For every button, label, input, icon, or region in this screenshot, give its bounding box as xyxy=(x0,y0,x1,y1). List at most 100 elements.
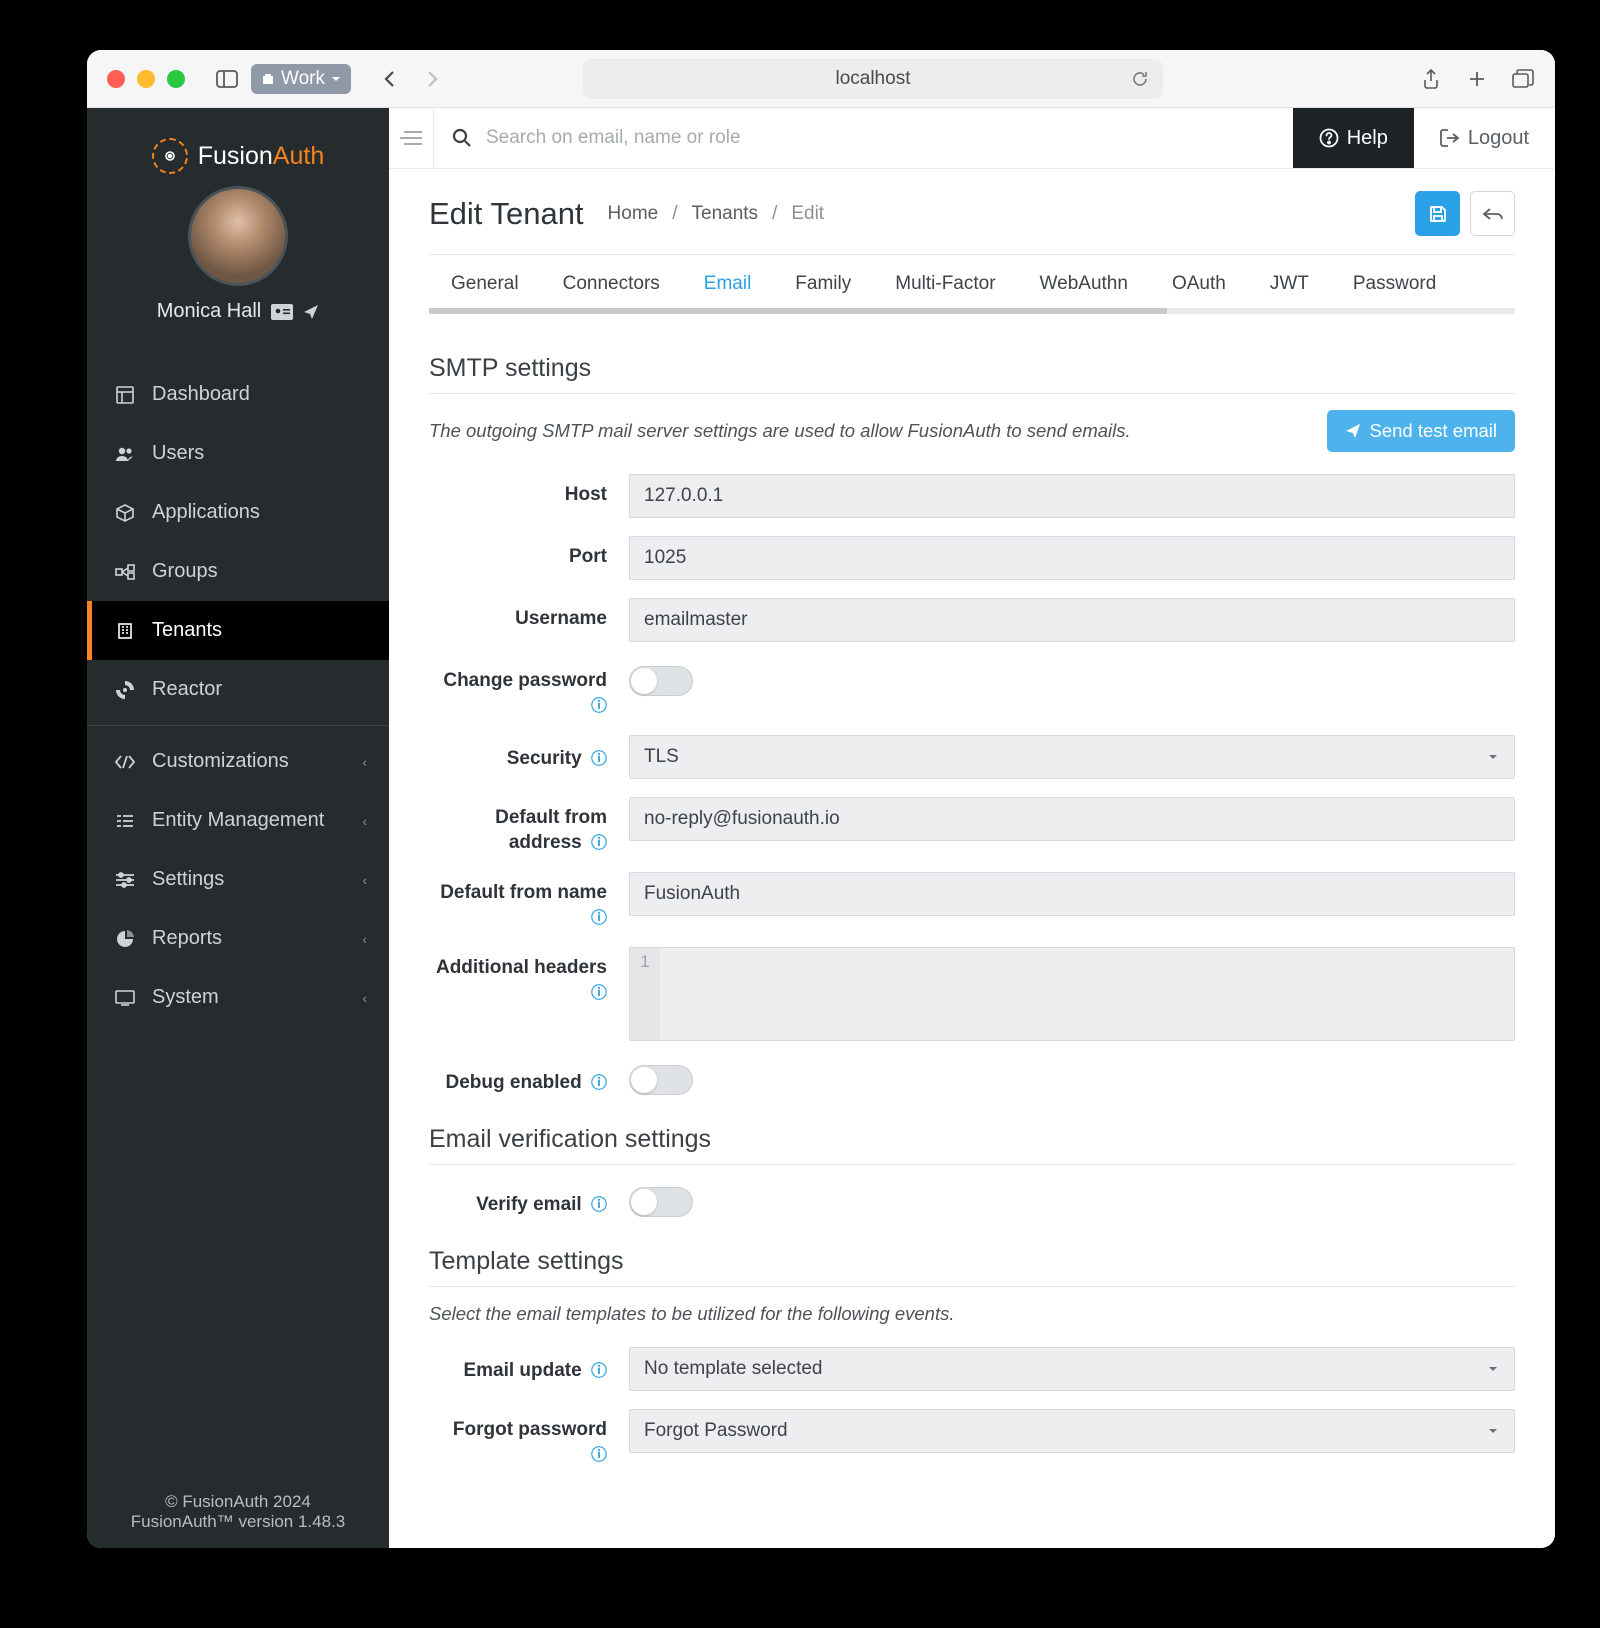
username-input[interactable] xyxy=(629,598,1515,642)
debug-toggle[interactable] xyxy=(629,1065,693,1095)
from-address-input[interactable] xyxy=(629,797,1515,841)
change-password-toggle[interactable] xyxy=(629,666,693,696)
forgot-password-select[interactable]: Forgot Password xyxy=(629,1409,1515,1453)
label-change-password: Change password ⓘ xyxy=(429,660,629,717)
tab-jwt[interactable]: JWT xyxy=(1248,255,1331,313)
security-select[interactable]: TLS xyxy=(629,735,1515,779)
email-update-select[interactable]: No template selected xyxy=(629,1347,1515,1391)
label-username: Username xyxy=(429,598,629,630)
tab-email[interactable]: Email xyxy=(682,255,774,313)
search-wrap xyxy=(433,108,1293,168)
url-bar[interactable]: localhost xyxy=(583,59,1163,99)
info-icon[interactable]: ⓘ xyxy=(591,1197,607,1214)
back-action-button[interactable] xyxy=(1470,191,1515,236)
sidebar-item-system[interactable]: System‹ xyxy=(87,968,389,1027)
tab-webauthn[interactable]: WebAuthn xyxy=(1018,255,1150,313)
info-icon[interactable]: ⓘ xyxy=(591,751,607,768)
verification-heading: Email verification settings xyxy=(429,1125,1515,1165)
label-host: Host xyxy=(429,474,629,506)
code-icon xyxy=(114,755,136,769)
info-icon[interactable]: ⓘ xyxy=(591,910,607,927)
help-button[interactable]: Help xyxy=(1293,108,1414,168)
sidebar-item-reports[interactable]: Reports‹ xyxy=(87,909,389,968)
page-title: Edit Tenant xyxy=(429,196,584,232)
close-window-icon[interactable] xyxy=(107,70,125,88)
collapse-sidebar-icon[interactable] xyxy=(389,130,433,146)
titlebar: Work localhost xyxy=(87,50,1555,108)
row-port: Port xyxy=(429,536,1515,580)
sidebar-item-groups[interactable]: Groups xyxy=(87,542,389,601)
tab-multifactor[interactable]: Multi-Factor xyxy=(873,255,1017,313)
location-icon[interactable] xyxy=(303,304,319,320)
tab-family[interactable]: Family xyxy=(773,255,873,313)
crumb-home[interactable]: Home xyxy=(608,203,659,225)
titlebar-right xyxy=(1419,67,1535,91)
host-input[interactable] xyxy=(629,474,1515,518)
sidebar-item-users[interactable]: Users xyxy=(87,424,389,483)
logo-area: FusionAuth Monica Hall xyxy=(87,108,389,365)
minimize-window-icon[interactable] xyxy=(137,70,155,88)
sidebar-item-applications[interactable]: Applications xyxy=(87,483,389,542)
crumb-tenants[interactable]: Tenants xyxy=(692,203,759,225)
send-test-email-button[interactable]: Send test email xyxy=(1327,410,1515,452)
vcard-icon[interactable] xyxy=(271,304,293,320)
info-icon[interactable]: ⓘ xyxy=(591,1447,607,1464)
chevron-left-icon: ‹ xyxy=(362,931,367,947)
sidebar-item-entity[interactable]: Entity Management‹ xyxy=(87,791,389,850)
tenants-icon xyxy=(114,622,136,640)
row-headers: Additional headers ⓘ 1 xyxy=(429,947,1515,1041)
info-icon[interactable]: ⓘ xyxy=(591,985,607,1002)
sidebar-item-tenants[interactable]: Tenants xyxy=(87,601,389,660)
tabs-overview-icon[interactable] xyxy=(1511,67,1535,91)
sidebar: FusionAuth Monica Hall Dashboard Users A… xyxy=(87,108,389,1548)
monitor-icon xyxy=(114,990,136,1006)
port-input[interactable] xyxy=(629,536,1515,580)
maximize-window-icon[interactable] xyxy=(167,70,185,88)
info-icon[interactable]: ⓘ xyxy=(591,835,607,852)
headers-textarea[interactable] xyxy=(660,948,1514,1040)
reactor-icon xyxy=(114,680,136,700)
chevron-left-icon: ‹ xyxy=(362,990,367,1006)
back-button[interactable] xyxy=(373,64,407,94)
copyright: © FusionAuth 2024 xyxy=(103,1492,373,1512)
tab-password[interactable]: Password xyxy=(1331,255,1458,313)
smtp-desc: The outgoing SMTP mail server settings a… xyxy=(429,420,1131,442)
chevron-left-icon: ‹ xyxy=(362,754,367,770)
info-icon[interactable]: ⓘ xyxy=(591,698,607,715)
app: FusionAuth Monica Hall Dashboard Users A… xyxy=(87,108,1555,1548)
browser-window: Work localhost FusionAuth xyxy=(87,50,1555,1548)
row-forgot-password: Forgot password ⓘ Forgot Password xyxy=(429,1409,1515,1466)
cube-icon xyxy=(114,504,136,522)
sidebar-item-customizations[interactable]: Customizations‹ xyxy=(87,732,389,791)
users-icon xyxy=(114,446,136,462)
tab-connectors[interactable]: Connectors xyxy=(541,255,682,313)
tab-oauth[interactable]: OAuth xyxy=(1150,255,1248,313)
info-icon[interactable]: ⓘ xyxy=(591,1075,607,1092)
sidebar-item-reactor[interactable]: Reactor xyxy=(87,660,389,719)
smtp-heading: SMTP settings xyxy=(429,354,1515,394)
save-button[interactable] xyxy=(1415,191,1460,236)
refresh-icon[interactable] xyxy=(1131,70,1149,88)
forward-button[interactable] xyxy=(415,64,449,94)
templates-desc: Select the email templates to be utilize… xyxy=(429,1303,1515,1325)
avatar[interactable] xyxy=(188,186,288,286)
search-input[interactable] xyxy=(486,127,886,149)
breadcrumb: Home/ Tenants/ Edit xyxy=(608,203,825,225)
profile-badge[interactable]: Work xyxy=(251,64,351,94)
logout-button[interactable]: Logout xyxy=(1414,127,1555,150)
sidebar-item-settings[interactable]: Settings‹ xyxy=(87,850,389,909)
verify-email-toggle[interactable] xyxy=(629,1187,693,1217)
new-tab-icon[interactable] xyxy=(1465,67,1489,91)
share-icon[interactable] xyxy=(1419,67,1443,91)
label-forgot-password: Forgot password ⓘ xyxy=(429,1409,629,1466)
row-change-password: Change password ⓘ xyxy=(429,660,1515,717)
info-icon[interactable]: ⓘ xyxy=(591,1363,607,1380)
sidebar-item-dashboard[interactable]: Dashboard xyxy=(87,365,389,424)
from-name-input[interactable] xyxy=(629,872,1515,916)
label-headers: Additional headers ⓘ xyxy=(429,947,629,1004)
row-from-name: Default from name ⓘ xyxy=(429,872,1515,929)
tab-general[interactable]: General xyxy=(429,255,541,313)
sidebar-toggle-icon[interactable] xyxy=(215,67,239,91)
tab-scroll-indicator xyxy=(429,308,1515,314)
row-from-address: Default from address ⓘ xyxy=(429,797,1515,854)
